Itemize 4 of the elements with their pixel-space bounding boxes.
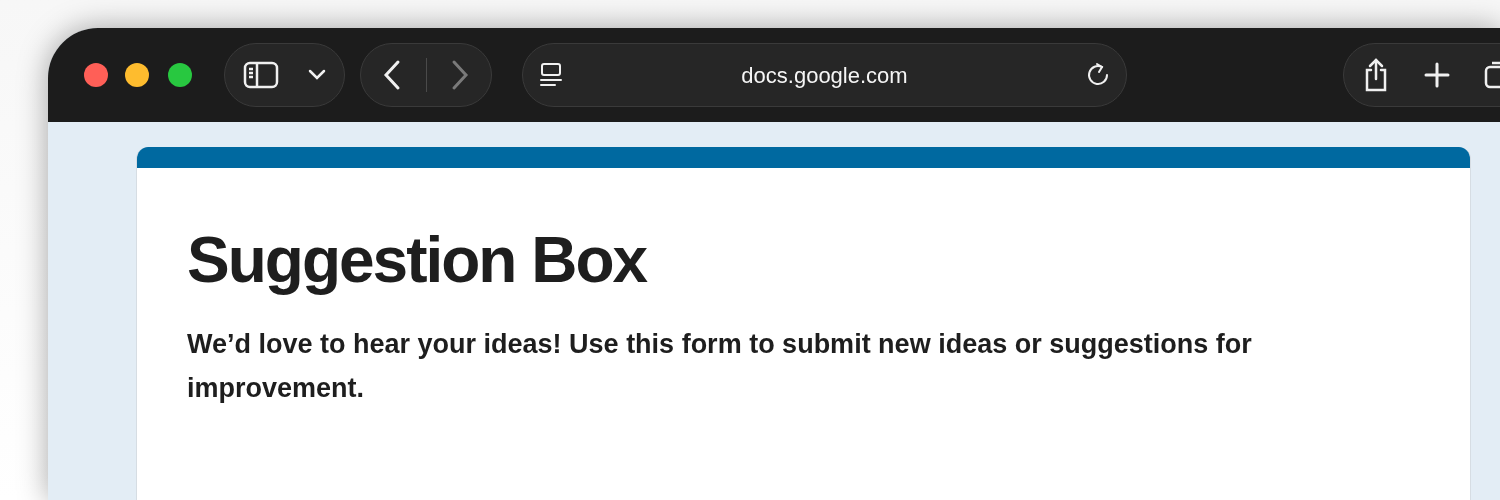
url-text: docs.google.com <box>741 61 908 90</box>
form-title: Suggestion Box <box>187 223 649 298</box>
form-description: We’d love to hear your ideas! Use this form to submit new ideas or suggestions for improvement. <box>187 328 1253 405</box>
address-bar[interactable]: docs.google.com <box>522 43 1127 107</box>
